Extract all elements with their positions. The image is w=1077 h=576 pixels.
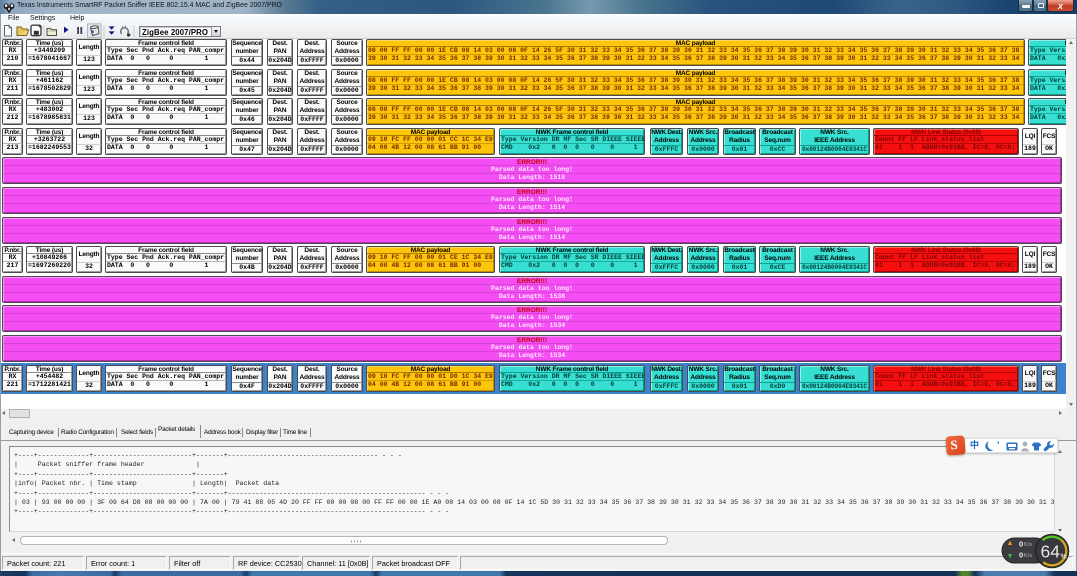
- svg-text:64: 64: [1041, 542, 1061, 562]
- svg-text:0: 0: [1019, 540, 1023, 549]
- svg-text:%: %: [1061, 554, 1068, 561]
- svg-text:0: 0: [1019, 551, 1023, 560]
- svg-text:K/s: K/s: [1024, 553, 1032, 559]
- svg-text:K/s: K/s: [1024, 542, 1032, 548]
